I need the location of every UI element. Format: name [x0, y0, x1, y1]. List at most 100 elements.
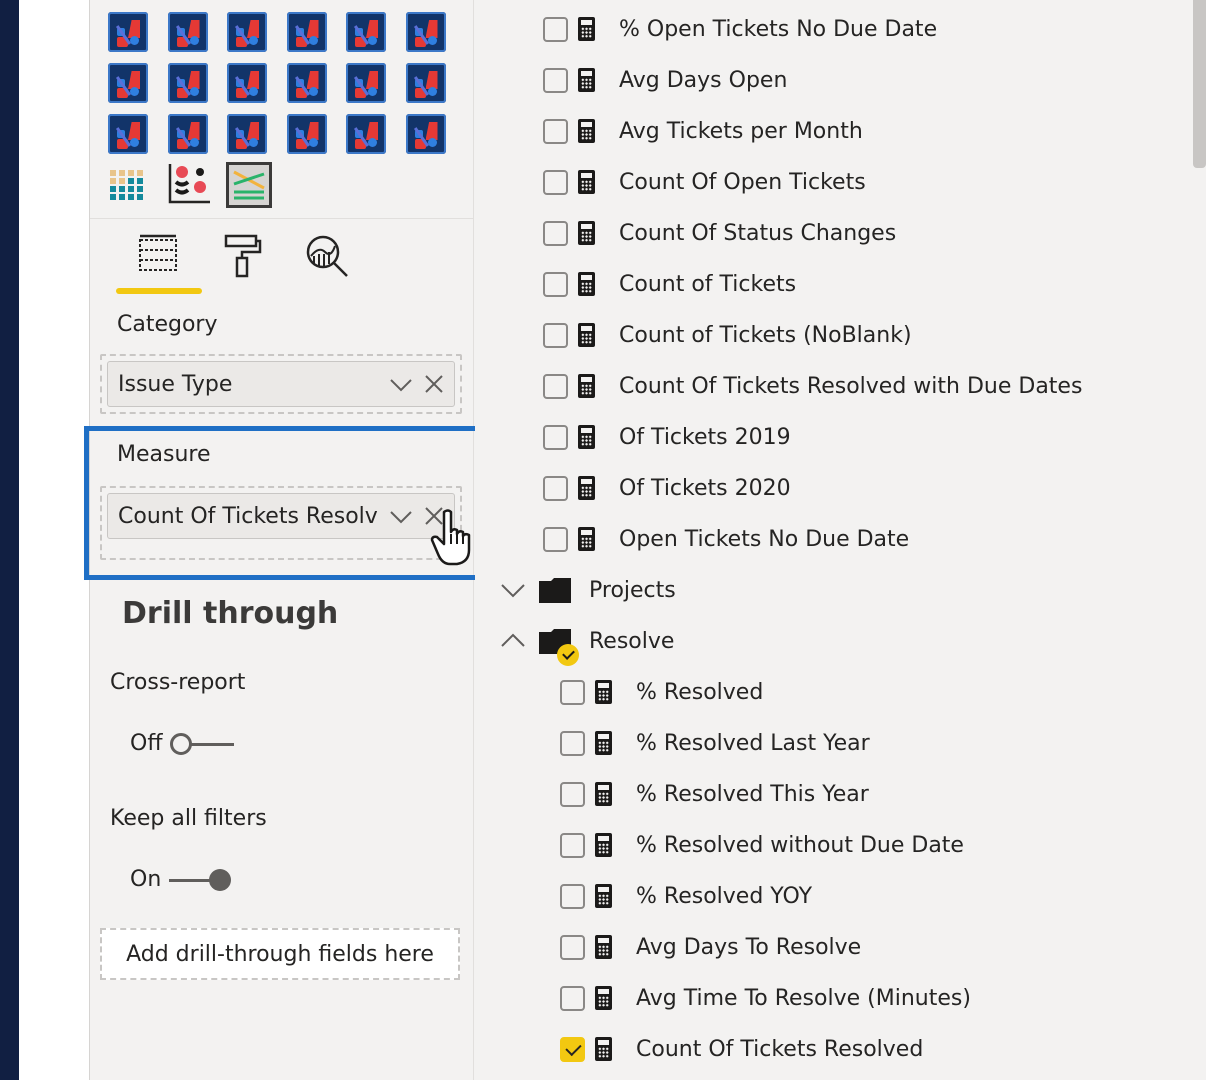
matrix-icon[interactable]: [108, 164, 148, 204]
vertical-scrollbar[interactable]: [1193, 0, 1206, 168]
field-label: % Resolved This Year: [636, 781, 869, 807]
field-list-item[interactable]: Count of Tickets (NoBlank): [543, 315, 912, 355]
field-checkbox[interactable]: [560, 934, 585, 960]
field-list-item[interactable]: Count Of Tickets Resolved: [560, 1029, 923, 1069]
field-checkbox[interactable]: [543, 475, 568, 501]
category-field-name: Issue Type: [118, 371, 233, 397]
field-checkbox[interactable]: [543, 526, 568, 552]
measure-well-dropzone[interactable]: Count Of Tickets Resolv: [100, 486, 462, 560]
category-well-label: Category: [117, 312, 218, 337]
field-checkbox[interactable]: [560, 1036, 585, 1062]
custom-visual-icon[interactable]: [346, 12, 386, 52]
measure-field-name: Count Of Tickets Resolv: [118, 503, 378, 529]
field-checkbox[interactable]: [560, 679, 585, 705]
chevron-down-icon[interactable]: [388, 504, 414, 530]
checkmark-badge-icon: [557, 644, 579, 666]
toggle-switch-off[interactable]: [170, 732, 235, 756]
analytics-tab[interactable]: [298, 232, 354, 288]
left-nav-strip: [0, 0, 19, 1080]
custom-visual-icon[interactable]: [108, 12, 148, 52]
category-field-pill[interactable]: Issue Type: [107, 361, 455, 407]
field-list-item[interactable]: Open Tickets No Due Date: [543, 519, 909, 559]
keep-all-filters-label: Keep all filters: [110, 806, 267, 831]
field-list-item[interactable]: % Resolved YOY: [560, 876, 812, 916]
divider: [90, 218, 474, 219]
field-checkbox[interactable]: [543, 118, 568, 144]
custom-visual-icon[interactable]: [405, 114, 446, 154]
field-list-item[interactable]: % Resolved Last Year: [560, 723, 870, 763]
field-list-item[interactable]: Avg Days To Resolve: [560, 927, 861, 967]
field-list-item[interactable]: % Resolved: [560, 672, 763, 712]
calculator-icon: [595, 833, 612, 857]
calculator-icon: [595, 680, 612, 704]
custom-visual-icon[interactable]: [167, 12, 208, 52]
cross-report-toggle[interactable]: Off: [130, 731, 235, 756]
paint-roller-icon: [224, 234, 262, 278]
custom-chart-icon[interactable]: [226, 162, 272, 208]
custom-visual-icon[interactable]: [227, 114, 267, 154]
field-checkbox[interactable]: [543, 220, 568, 246]
custom-visual-icon[interactable]: [346, 114, 386, 154]
calculator-icon: [595, 986, 612, 1010]
custom-visual-icon[interactable]: [405, 63, 446, 103]
folder-projects[interactable]: Projects: [499, 570, 676, 610]
custom-visual-icon[interactable]: [405, 12, 446, 52]
custom-visual-icon[interactable]: [286, 114, 327, 154]
calculator-icon: [578, 170, 595, 194]
calculator-icon: [578, 527, 595, 551]
folder-resolve[interactable]: Resolve: [499, 621, 674, 666]
custom-visual-icon[interactable]: [286, 63, 327, 103]
drill-through-dropzone[interactable]: Add drill-through fields here: [100, 928, 460, 980]
field-list-item[interactable]: % Resolved without Due Date: [560, 825, 964, 865]
custom-visual-icon[interactable]: [346, 63, 386, 103]
field-list-item[interactable]: Count Of Tickets Resolved with Due Dates: [543, 366, 1082, 406]
field-list-item[interactable]: Avg Days Open: [543, 60, 787, 100]
chevron-down-icon[interactable]: [499, 576, 527, 604]
field-list-item[interactable]: % Open Tickets No Due Date: [543, 9, 937, 49]
field-checkbox[interactable]: [543, 67, 568, 93]
field-checkbox[interactable]: [543, 373, 568, 399]
field-list-item[interactable]: Count Of Status Changes: [543, 213, 896, 253]
field-checkbox[interactable]: [560, 985, 585, 1011]
toggle-switch-on[interactable]: [169, 868, 233, 892]
close-icon[interactable]: [422, 372, 446, 396]
chevron-up-icon[interactable]: [499, 627, 527, 655]
field-label: Count Of Tickets Resolved: [636, 1036, 924, 1062]
field-label: % Resolved without Due Date: [636, 832, 964, 858]
chevron-down-icon[interactable]: [388, 372, 414, 398]
field-checkbox[interactable]: [543, 16, 568, 42]
fields-tab[interactable]: [130, 232, 186, 288]
format-tab[interactable]: [214, 232, 270, 288]
custom-visual-icon[interactable]: [227, 63, 267, 103]
field-list-item[interactable]: Avg Tickets per Month: [543, 111, 863, 151]
field-checkbox[interactable]: [543, 322, 568, 348]
field-checkbox[interactable]: [560, 832, 585, 858]
field-list-item[interactable]: Of Tickets 2020: [543, 468, 791, 508]
field-checkbox[interactable]: [560, 781, 585, 807]
field-checkbox[interactable]: [543, 271, 568, 297]
field-label: Avg Days To Resolve: [636, 934, 862, 960]
field-list-item[interactable]: % Resolved This Year: [560, 774, 869, 814]
field-checkbox[interactable]: [543, 424, 568, 450]
close-icon[interactable]: [422, 504, 446, 528]
visualizations-pane: Category Issue Type Measure Count Of Tic…: [90, 0, 474, 1080]
field-checkbox[interactable]: [543, 169, 568, 195]
field-checkbox[interactable]: [560, 883, 585, 909]
custom-visual-icon[interactable]: [286, 12, 327, 52]
field-checkbox[interactable]: [560, 730, 585, 756]
keep-all-filters-toggle[interactable]: On: [130, 867, 233, 892]
custom-visual-icon[interactable]: [227, 12, 267, 52]
field-label: Avg Time To Resolve (Minutes): [636, 985, 971, 1011]
field-list-item[interactable]: Of Tickets 2019: [543, 417, 791, 457]
scatter-dots-icon[interactable]: [168, 160, 210, 204]
field-list-item[interactable]: Count of Tickets: [543, 264, 796, 304]
measure-field-pill[interactable]: Count Of Tickets Resolv: [107, 493, 455, 539]
field-list-item[interactable]: Avg Time To Resolve (Minutes): [560, 978, 971, 1018]
custom-visual-icon[interactable]: [108, 114, 148, 154]
custom-visual-icon[interactable]: [167, 63, 208, 103]
custom-visual-icon[interactable]: [108, 63, 148, 103]
calculator-icon: [595, 935, 612, 959]
category-well-dropzone[interactable]: Issue Type: [100, 354, 462, 414]
field-list-item[interactable]: Count Of Open Tickets: [543, 162, 866, 202]
custom-visual-icon[interactable]: [167, 114, 208, 154]
